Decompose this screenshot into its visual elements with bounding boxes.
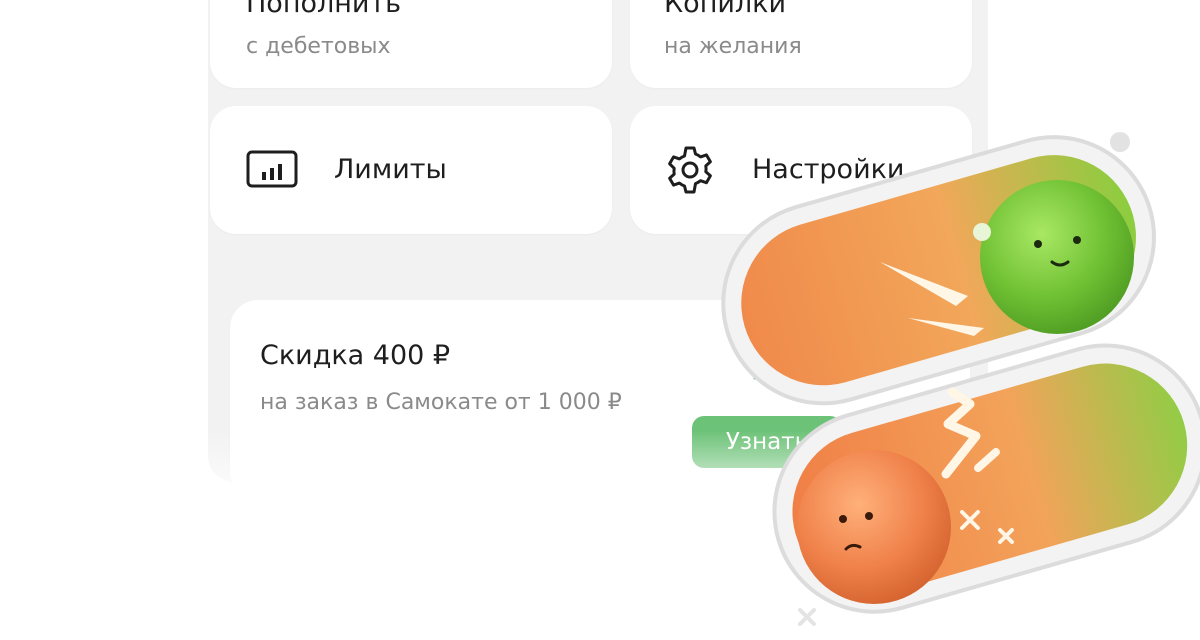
promo-card[interactable]: Скидка 400 ₽ на заказ в Самокате от 1 00… bbox=[230, 300, 970, 500]
settings-title: Настройки bbox=[752, 154, 905, 185]
savings-title: Копилки bbox=[664, 0, 787, 19]
savings-card[interactable]: Копилки на желания bbox=[630, 0, 972, 88]
limits-title: Лимиты bbox=[334, 154, 447, 185]
promo-title: Скидка 400 ₽ bbox=[260, 340, 451, 371]
settings-card[interactable]: Настройки bbox=[630, 106, 972, 234]
topup-card[interactable]: Пополнить с дебетовых bbox=[210, 0, 612, 88]
promo-subtitle: на заказ в Самокате от 1 000 ₽ bbox=[260, 390, 622, 415]
menu-panel: Пополнить с дебетовых Копилки на желания… bbox=[208, 0, 988, 500]
gear-icon bbox=[664, 144, 716, 200]
savings-subtitle: на желания bbox=[664, 34, 802, 59]
green-ball bbox=[980, 180, 1134, 334]
bar-chart-icon bbox=[246, 150, 298, 194]
limits-card[interactable]: Лимиты bbox=[210, 106, 612, 234]
learn-more-button[interactable]: Узнать bbox=[692, 416, 842, 468]
topup-title: Пополнить bbox=[246, 0, 402, 19]
topup-subtitle: с дебетовых bbox=[246, 34, 391, 59]
bag-icon bbox=[744, 338, 790, 388]
